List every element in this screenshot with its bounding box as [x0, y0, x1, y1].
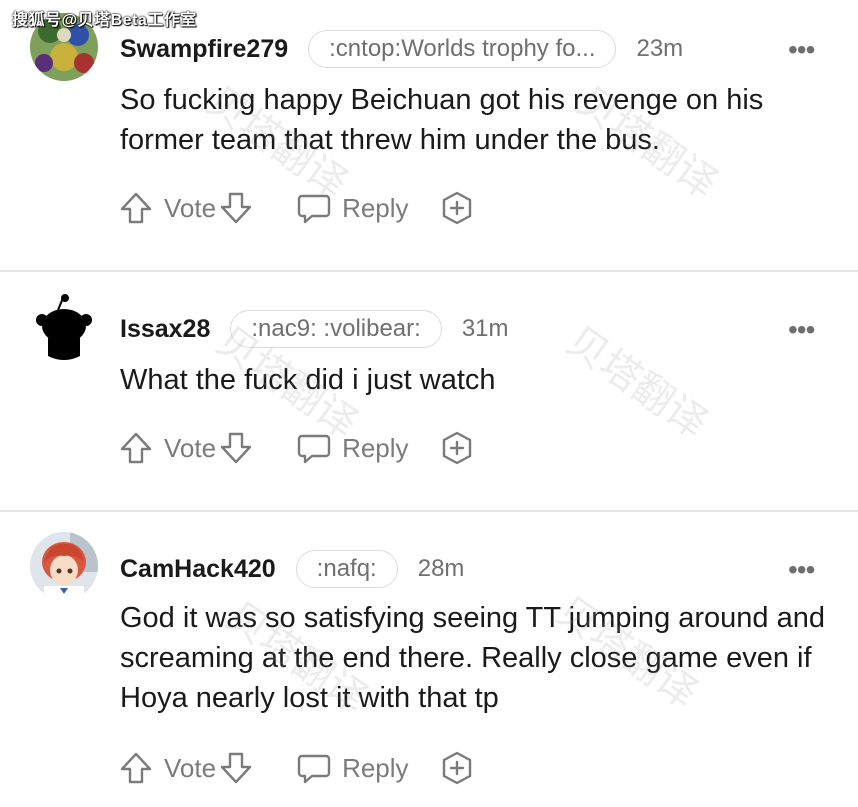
username[interactable]: Swampfire279 — [120, 35, 288, 64]
reply-label: Reply — [342, 192, 409, 223]
award-icon — [442, 751, 471, 785]
more-options-button[interactable]: ••• — [788, 556, 815, 584]
downvote-icon[interactable] — [218, 750, 254, 786]
downvote-icon[interactable] — [218, 190, 254, 226]
comment-actions: Vote Reply — [118, 186, 475, 230]
reply-icon — [297, 754, 331, 784]
reply-button[interactable]: Reply — [296, 750, 409, 786]
downvote-icon[interactable] — [218, 430, 254, 466]
comment-meta: Swampfire279 :cntop:Worlds trophy fo... … — [120, 28, 683, 70]
comment-1: Swampfire279 :cntop:Worlds trophy fo... … — [0, 0, 858, 270]
reply-label: Reply — [342, 432, 409, 463]
award-icon — [442, 191, 471, 225]
comment-body: So fucking happy Beichuan got his reveng… — [120, 84, 764, 156]
comment-actions: Vote Reply — [118, 746, 475, 790]
comment-actions: Vote Reply — [118, 426, 475, 470]
timestamp: 31m — [461, 315, 509, 342]
source-watermark: 搜狐号@贝塔Beta工作室 — [12, 12, 197, 29]
comment-3: CamHack420 :nafq: 28m ••• God it was so … — [0, 512, 858, 807]
comment-meta: CamHack420 :nafq: 28m — [120, 548, 464, 590]
timestamp: 28m — [417, 555, 465, 582]
reply-label: Reply — [342, 752, 409, 783]
upvote-icon[interactable] — [118, 190, 154, 226]
user-flair: :cntop:Worlds trophy fo... — [308, 30, 617, 68]
more-options-button[interactable]: ••• — [788, 36, 815, 64]
username[interactable]: CamHack420 — [120, 555, 276, 584]
default-snoo-avatar-icon[interactable] — [30, 292, 98, 360]
comment-body: What the fuck did i just watch — [120, 364, 496, 396]
reply-button[interactable]: Reply — [296, 430, 409, 466]
award-button[interactable] — [439, 190, 475, 226]
user-flair: :nac9: :volibear: — [230, 310, 442, 348]
comment-body: God it was so satisfying seeing TT jumpi… — [120, 602, 825, 714]
award-button[interactable] — [439, 430, 475, 466]
username[interactable]: Issax28 — [120, 315, 210, 344]
anime-avatar-icon[interactable] — [30, 532, 98, 600]
reply-button[interactable]: Reply — [296, 190, 409, 226]
user-flair: :nafq: — [295, 550, 398, 588]
timestamp: 23m — [636, 35, 684, 62]
comment-2: Issax28 :nac9: :volibear: 31m ••• What t… — [0, 272, 858, 510]
reply-icon — [297, 434, 331, 464]
vote-label: Vote — [164, 432, 217, 463]
comment-meta: Issax28 :nac9: :volibear: 31m — [120, 308, 509, 350]
upvote-icon[interactable] — [118, 430, 154, 466]
award-button[interactable] — [439, 750, 475, 786]
more-options-button[interactable]: ••• — [788, 316, 815, 344]
award-icon — [442, 431, 471, 465]
reply-icon — [297, 194, 331, 224]
vote-label: Vote — [164, 192, 217, 223]
vote-label: Vote — [164, 752, 217, 783]
upvote-icon[interactable] — [118, 750, 154, 786]
